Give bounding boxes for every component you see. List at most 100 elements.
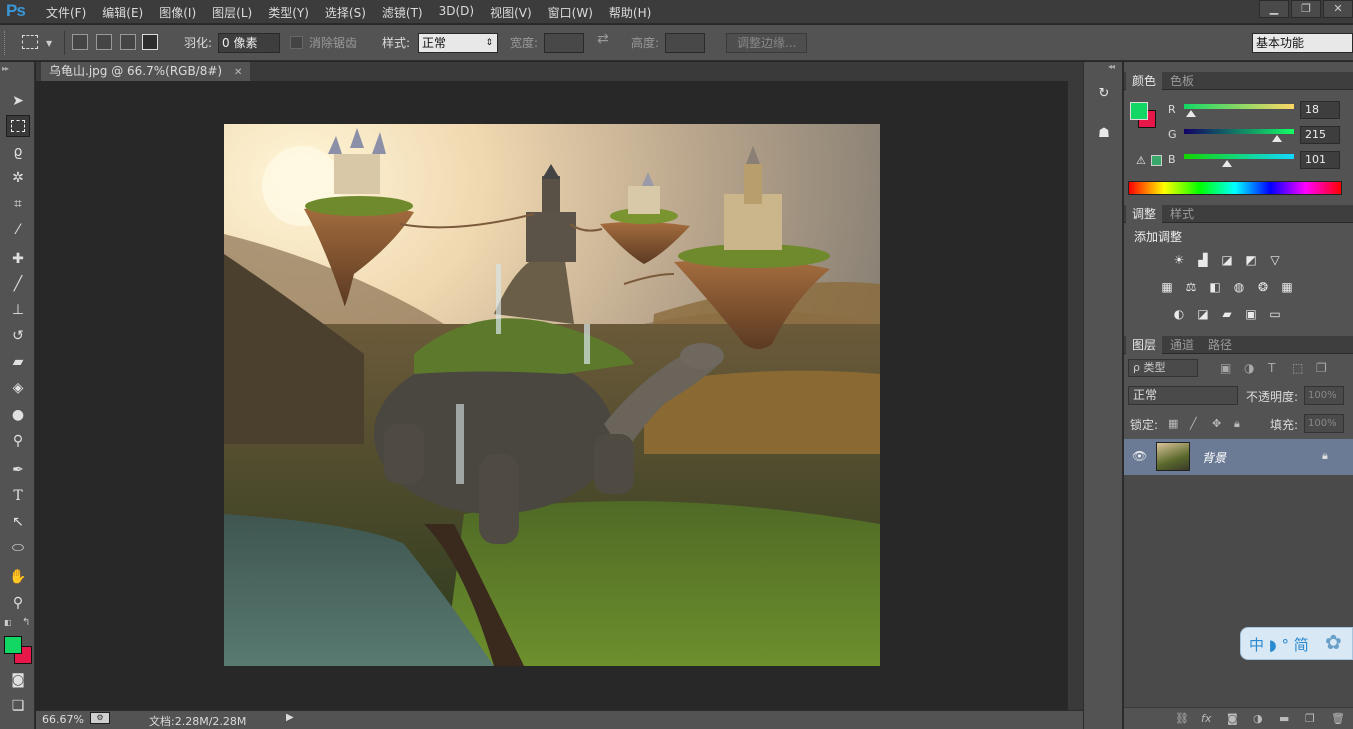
tab-layers[interactable]: 图层 [1126, 336, 1163, 354]
close-icon[interactable]: ✕ [1323, 0, 1353, 18]
preset-dropdown-icon[interactable]: ▼ [46, 39, 52, 48]
grip-handle[interactable] [4, 31, 7, 55]
gamut-warning-icon[interactable]: ⚠ [1136, 154, 1146, 167]
ellipse-tool-icon[interactable]: ⬭ [6, 537, 30, 559]
rect-marquee-tool-icon[interactable] [6, 115, 30, 137]
document-tab[interactable]: 乌龟山.jpg @ 66.7%(RGB/8#) ✕ [41, 62, 251, 81]
tab-channels[interactable]: 通道 [1164, 336, 1200, 354]
foreground-swatch[interactable] [1130, 102, 1148, 120]
hand-tool-icon[interactable]: ✋ [6, 566, 30, 588]
invert-icon[interactable]: ◐ [1170, 307, 1188, 321]
collapse-icon[interactable]: ▸▸ [2, 64, 9, 73]
minimize-icon[interactable]: ▁ [1259, 0, 1289, 18]
layer-row[interactable]: 👁︎ 背景 🔒︎ [1124, 439, 1353, 475]
g-slider[interactable] [1184, 129, 1294, 134]
fill-input[interactable]: 100% [1304, 414, 1344, 433]
layer-filter-select[interactable]: ρ 类型 [1128, 359, 1198, 377]
paint-bucket-tool-icon[interactable]: ◈ [6, 377, 30, 399]
menu-window[interactable]: 窗口(W) [548, 4, 593, 21]
lock-paint-icon[interactable]: ╱ [1190, 417, 1212, 431]
history-brush-tool-icon[interactable]: ↺ [6, 325, 30, 347]
tab-adjustments[interactable]: 调整 [1126, 205, 1163, 223]
crop-tool-icon[interactable]: ⌗ [6, 193, 30, 215]
dodge-tool-icon[interactable]: ⚲ [6, 430, 30, 452]
menu-3d[interactable]: 3D(D) [439, 4, 474, 21]
menu-select[interactable]: 选择(S) [325, 4, 366, 21]
vertical-scrollbar[interactable] [1067, 81, 1083, 710]
canvas-image[interactable] [224, 124, 880, 666]
opacity-input[interactable]: 100% [1304, 386, 1344, 405]
quick-mask-icon[interactable]: ◙ [6, 669, 30, 691]
layer-name[interactable]: 背景 [1202, 449, 1226, 466]
feather-input[interactable]: 0 像素 [218, 33, 280, 53]
blur-tool-icon[interactable]: ● [6, 404, 30, 426]
color-lookup-icon[interactable]: ▦ [1278, 280, 1296, 294]
menu-edit[interactable]: 编辑(E) [102, 4, 143, 21]
black-white-icon[interactable]: ◧ [1206, 280, 1224, 294]
b-slider-thumb[interactable] [1222, 160, 1232, 167]
marquee-preset-icon[interactable] [22, 35, 38, 49]
healing-brush-tool-icon[interactable]: ✚ [6, 248, 30, 270]
eyedropper-tool-icon[interactable]: ⁄ [6, 219, 30, 241]
posterize-icon[interactable]: ◪ [1194, 307, 1212, 321]
brush-tool-icon[interactable]: ╱ [6, 273, 30, 295]
filter-shape-icon[interactable]: ⬚ [1292, 361, 1316, 375]
delete-layer-icon[interactable]: 🗑︎ [1331, 712, 1353, 729]
stamp-tool-icon[interactable]: ⊥ [6, 299, 30, 321]
tab-paths[interactable]: 路径 [1202, 336, 1238, 354]
lock-all-icon[interactable]: 🔒︎ [1234, 417, 1256, 431]
default-colors-icon[interactable]: ◧ [4, 618, 12, 627]
swap-colors-icon[interactable]: ↰ [22, 617, 30, 628]
properties-panel-icon[interactable]: ☗ [1095, 126, 1113, 144]
photo-filter-icon[interactable]: ◍ [1230, 280, 1248, 294]
filter-pixel-icon[interactable]: ▣ [1220, 361, 1244, 375]
magic-wand-tool-icon[interactable]: ✲ [6, 167, 30, 189]
type-tool-icon[interactable]: T [6, 485, 30, 507]
restore-icon[interactable]: ❐ [1291, 0, 1321, 18]
gamut-swatch[interactable] [1151, 155, 1162, 166]
menu-filter[interactable]: 滤镜(T) [382, 4, 423, 21]
expand-panels-icon[interactable]: ◂◂ [1108, 62, 1115, 71]
fx-icon[interactable]: fx [1201, 712, 1227, 729]
status-settings-icon[interactable]: ⚙ [90, 712, 110, 724]
channel-mixer-icon[interactable]: ❂ [1254, 280, 1272, 294]
g-slider-thumb[interactable] [1272, 135, 1282, 142]
lasso-tool-icon[interactable]: ϱ [6, 141, 30, 163]
filter-adjust-icon[interactable]: ◑ [1244, 361, 1268, 375]
style-select[interactable]: 正常 ⇕ [418, 33, 498, 53]
eye-icon[interactable]: 👁︎ [1132, 449, 1147, 463]
history-panel-icon[interactable]: ↻ [1095, 86, 1113, 104]
ime-toolbar[interactable]: 中 ◗ ° 简 ✿ [1240, 627, 1353, 660]
new-selection-icon[interactable] [72, 34, 88, 50]
width-input[interactable] [544, 33, 584, 53]
menu-file[interactable]: 文件(F) [46, 4, 86, 21]
menu-view[interactable]: 视图(V) [490, 4, 532, 21]
color-ramp[interactable] [1128, 181, 1342, 195]
height-input[interactable] [665, 33, 705, 53]
link-layers-icon[interactable]: ⛓︎ [1175, 712, 1201, 729]
blend-mode-select[interactable]: 正常 [1128, 386, 1238, 405]
menu-layer[interactable]: 图层(L) [212, 4, 252, 21]
screen-mode-icon[interactable]: ❏ [6, 695, 30, 717]
b-input[interactable]: 101 [1300, 151, 1340, 169]
r-input[interactable]: 18 [1300, 101, 1340, 119]
add-selection-icon[interactable] [96, 34, 112, 50]
menu-type[interactable]: 类型(Y) [268, 4, 309, 21]
new-layer-icon[interactable]: ❐ [1305, 712, 1331, 729]
menu-help[interactable]: 帮助(H) [609, 4, 651, 21]
antialias-checkbox[interactable] [290, 36, 303, 49]
intersect-selection-icon[interactable] [142, 34, 158, 50]
hue-saturation-icon[interactable]: ▦ [1158, 280, 1176, 294]
subtract-selection-icon[interactable] [120, 34, 136, 50]
selective-color-icon[interactable]: ▣ [1242, 307, 1260, 321]
new-adjustment-icon[interactable]: ◑ [1253, 712, 1279, 729]
pen-tool-icon[interactable]: ✒ [6, 459, 30, 481]
r-slider[interactable] [1184, 104, 1294, 109]
tab-styles[interactable]: 样式 [1164, 205, 1200, 223]
color-balance-icon[interactable]: ⚖ [1182, 280, 1200, 294]
tab-color[interactable]: 颜色 [1126, 72, 1163, 90]
refine-edge-button[interactable]: 调整边缘... [726, 33, 808, 53]
path-select-tool-icon[interactable]: ↖ [6, 511, 30, 533]
g-input[interactable]: 215 [1300, 126, 1340, 144]
zoom-tool-icon[interactable]: ⚲ [6, 592, 30, 614]
